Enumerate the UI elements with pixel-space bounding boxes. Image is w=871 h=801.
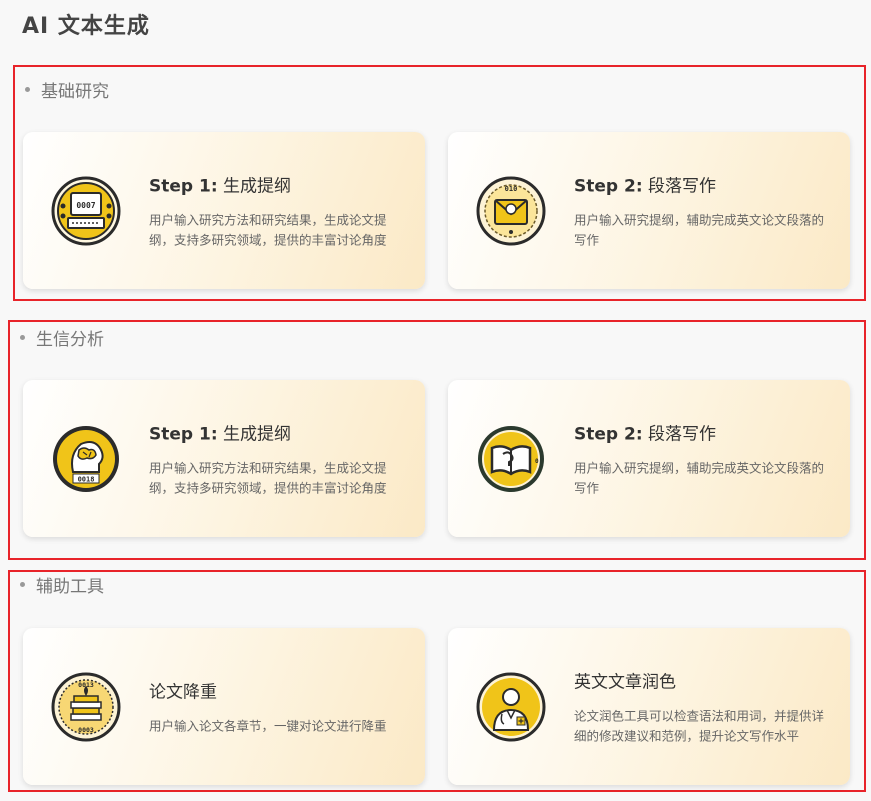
card-text: 英文文章润色 论文润色工具可以检查语法和用词，并提供详细的修改建议和范例，提升论…: [574, 667, 836, 746]
section-auxiliary-tools: 辅助工具 0013 0003 论文降重 用户输入论文各章节，一键对论文进行降重: [8, 570, 866, 792]
doctor-icon: [476, 672, 546, 742]
section-basic-research: 基础研究 0007 Step 1: 生成提纲 用户输入研究方法和研究结果，生成论…: [13, 65, 866, 301]
card-title: Step 1: 生成提纲: [149, 424, 292, 444]
brain-head-icon: 0018: [53, 426, 119, 492]
page-title: AI 文本生成: [22, 14, 150, 39]
card-description: 用户输入研究方法和研究结果，生成论文提纲，支持多研究领域，提供的丰富讨论角度: [149, 460, 387, 495]
card-outline-generation[interactable]: 0018 Step 1: 生成提纲 用户输入研究方法和研究结果，生成论文提纲，支…: [23, 380, 425, 537]
computer-icon: 0007: [51, 176, 121, 246]
card-english-polishing[interactable]: 英文文章润色 论文润色工具可以检查语法和用词，并提供详细的修改建议和范例，提升论…: [448, 628, 850, 785]
card-paragraph-writing[interactable]: 0 Step 2: 段落写作 用户输入研究提纲，辅助完成英文论文段落的写作: [448, 380, 850, 537]
section-label-text: 生信分析: [36, 330, 104, 350]
card-description: 用户输入研究提纲，辅助完成英文论文段落的写作: [574, 212, 825, 247]
card-title: Step 2: 段落写作: [574, 424, 717, 444]
card-text: Step 1: 生成提纲 用户输入研究方法和研究结果，生成论文提纲，支持多研究领…: [149, 171, 411, 250]
open-book-icon: 0: [478, 426, 544, 492]
envelope-icon: 010: [476, 176, 546, 246]
bullet-dot: [20, 335, 25, 340]
card-text: Step 1: 生成提纲 用户输入研究方法和研究结果，生成论文提纲，支持多研究领…: [149, 419, 411, 498]
section-label: 辅助工具: [20, 572, 104, 597]
card-text: Step 2: 段落写作 用户输入研究提纲，辅助完成英文论文段落的写作: [574, 171, 836, 250]
card-title: 论文降重: [149, 682, 217, 702]
card-description: 用户输入论文各章节，一键对论文进行降重: [149, 718, 387, 733]
card-description: 论文润色工具可以检查语法和用词，并提供详细的修改建议和范例，提升论文写作水平: [574, 708, 825, 743]
section-bioinformatics: 生信分析 0018 Step 1: 生成提纲 用户输入研究方法和研究结果，生成论…: [8, 320, 866, 560]
card-title: Step 2: 段落写作: [574, 176, 717, 196]
card-outline-generation[interactable]: 0007 Step 1: 生成提纲 用户输入研究方法和研究结果，生成论文提纲，支…: [23, 132, 425, 289]
card-description: 用户输入研究提纲，辅助完成英文论文段落的写作: [574, 460, 825, 495]
card-title: Step 1: 生成提纲: [149, 176, 292, 196]
section-label-text: 基础研究: [41, 82, 109, 102]
icon-code-text: 0018: [78, 476, 95, 484]
icon-code-text: 010: [505, 185, 518, 193]
section-label: 生信分析: [20, 325, 104, 350]
card-text: 论文降重 用户输入论文各章节，一键对论文进行降重: [149, 677, 411, 736]
card-description: 用户输入研究方法和研究结果，生成论文提纲，支持多研究领域，提供的丰富讨论角度: [149, 212, 387, 247]
bullet-dot: [20, 582, 25, 587]
section-label-text: 辅助工具: [36, 577, 104, 597]
card-text: Step 2: 段落写作 用户输入研究提纲，辅助完成英文论文段落的写作: [574, 419, 836, 498]
card-paragraph-writing[interactable]: 010 Step 2: 段落写作 用户输入研究提纲，辅助完成英文论文段落的写作: [448, 132, 850, 289]
icon-code-text: 0003: [78, 726, 94, 734]
icon-code-text: 0: [535, 458, 539, 465]
icon-code-text: 0007: [76, 201, 95, 210]
stacked-books-icon: 0013 0003: [51, 672, 121, 742]
card-paper-deduplication[interactable]: 0013 0003 论文降重 用户输入论文各章节，一键对论文进行降重: [23, 628, 425, 785]
card-title: 英文文章润色: [574, 672, 676, 692]
section-label: 基础研究: [25, 77, 109, 102]
bullet-dot: [25, 87, 30, 92]
